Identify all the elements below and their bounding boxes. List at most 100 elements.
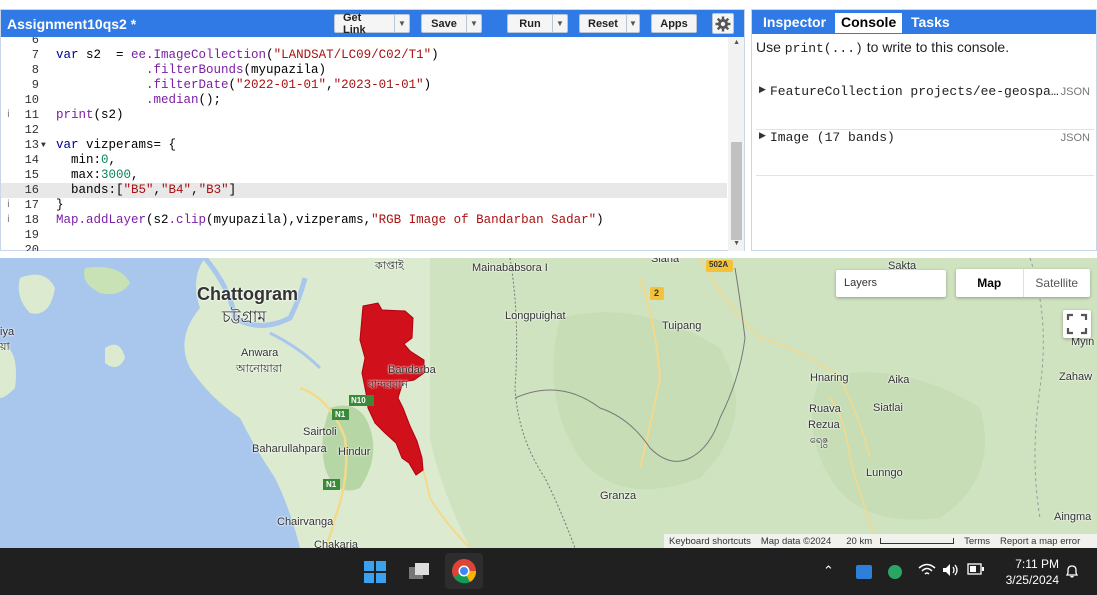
line-number: 16 — [24, 183, 39, 197]
code-line[interactable]: 15 max:3000, — [1, 168, 727, 183]
editor-scrollbar[interactable]: ▲ ▼ — [728, 37, 744, 251]
chevron-down-icon[interactable]: ▼ — [466, 15, 481, 32]
chevron-down-icon[interactable]: ▼ — [552, 15, 567, 32]
scale-label: 20 km — [846, 535, 873, 547]
map-place-label: Tuipang — [662, 320, 702, 332]
map-place-label: 502A — [709, 260, 729, 269]
map-type-satellite-button[interactable]: Satellite — [1024, 269, 1091, 297]
info-marker-icon[interactable]: ⅰ — [7, 198, 10, 213]
volume-icon[interactable] — [942, 563, 960, 580]
chrome-taskbar-button[interactable] — [445, 553, 483, 589]
run-button[interactable]: Run ▼ — [507, 14, 568, 33]
reset-label: Reset — [588, 17, 618, 30]
get-link-label: Get Link — [343, 11, 366, 36]
app-tray-icon[interactable] — [856, 565, 872, 579]
wifi-icon[interactable] — [918, 563, 936, 580]
terms-link[interactable]: Terms — [959, 536, 995, 547]
editor-toolbar: Assignment10qs2 * Get Link ▼ Save ▼ Run … — [1, 10, 744, 37]
chevron-up-icon[interactable]: ⌃ — [823, 563, 834, 579]
console-entry-text[interactable]: FeatureCollection projects/ee-geospa… — [770, 84, 1060, 99]
fold-arrow-icon[interactable]: ▼ — [41, 138, 53, 153]
map-place-label: Chakaria — [314, 539, 359, 548]
task-view-button[interactable] — [403, 556, 435, 588]
map-place-label: Longpuighat — [505, 310, 566, 322]
console-entry[interactable]: ▶ FeatureCollection projects/ee-geospa… … — [756, 84, 1094, 130]
code-line[interactable]: 6 — [1, 37, 727, 48]
code-text: } — [56, 198, 64, 212]
info-marker-icon[interactable]: ⅰ — [7, 213, 10, 228]
gear-icon — [715, 16, 731, 31]
save-button[interactable]: Save ▼ — [421, 14, 482, 33]
line-number: 9 — [31, 78, 39, 92]
bell-glyph — [1065, 565, 1079, 578]
code-line[interactable]: 20 — [1, 243, 727, 251]
scale-text: 20 km — [836, 536, 959, 547]
console-entry[interactable]: ▶ Image (17 bands) JSON — [756, 130, 1094, 176]
map-view[interactable]: Chattogram চট্টগ্রাম কাপ্তাই Mainababsora I… — [0, 258, 1097, 548]
map-place-label: য়া — [0, 341, 10, 353]
tab-inspector[interactable]: Inspector — [757, 13, 832, 33]
fullscreen-button[interactable] — [1063, 310, 1091, 338]
code-line[interactable]: 14 min:0, — [1, 153, 727, 168]
map-place-label: Aingma — [1054, 511, 1092, 523]
map-type-toggle[interactable]: Map Satellite — [956, 269, 1090, 297]
code-line[interactable]: 17 ⅰ} — [1, 198, 727, 213]
settings-gear-button[interactable] — [712, 13, 734, 34]
code-line[interactable]: 9 .filterDate("2022-01-01","2023-01-01") — [1, 78, 727, 93]
code-line[interactable]: 12 — [1, 123, 727, 138]
map-place-label: Granza — [600, 490, 637, 502]
scroll-up-icon[interactable]: ▲ — [733, 39, 740, 46]
notifications-icon[interactable] — [1064, 563, 1080, 582]
tab-tasks[interactable]: Tasks — [905, 13, 956, 33]
map-place-label: চট্টগ্রাম — [222, 309, 267, 326]
clock[interactable]: 7:11 PM 3/25/2024 — [995, 556, 1059, 588]
defender-icon[interactable] — [888, 565, 902, 579]
code-line[interactable]: 8 .filterBounds(myupazila) — [1, 63, 727, 78]
map-place-label: Bandarba — [388, 364, 436, 376]
apps-button[interactable]: Apps — [651, 14, 697, 33]
script-title: Assignment10qs2 * — [7, 15, 137, 32]
line-number: 6 — [31, 37, 39, 47]
tab-console[interactable]: Console — [835, 13, 903, 33]
map-place-label: Hnaring — [810, 372, 849, 384]
scrollbar-thumb[interactable] — [731, 142, 742, 240]
map-type-map-button[interactable]: Map — [956, 269, 1024, 297]
keyboard-shortcuts-link[interactable]: Keyboard shortcuts — [664, 536, 756, 547]
info-marker-icon[interactable]: ⅰ — [7, 108, 10, 123]
code-text: .filterBounds(myupazila) — [146, 63, 327, 77]
code-line[interactable]: 10 .median(); — [1, 93, 727, 108]
map-place-label: Aika — [888, 374, 910, 386]
line-number: 7 — [31, 48, 39, 62]
battery-icon[interactable] — [967, 563, 985, 578]
expand-triangle-icon[interactable]: ▶ — [759, 84, 766, 95]
windows-icon — [364, 561, 386, 583]
json-badge[interactable]: JSON — [1061, 132, 1090, 144]
tab-bar: Inspector Console Tasks — [752, 10, 1096, 34]
map-place-label: iya — [0, 326, 15, 338]
line-number: 13 — [24, 138, 39, 152]
code-line[interactable]: 11 ⅰ print(s2) — [1, 108, 727, 123]
start-button[interactable] — [359, 556, 391, 588]
map-place-label: ရေဇွ — [810, 434, 829, 446]
expand-triangle-icon[interactable]: ▶ — [759, 130, 766, 141]
code-line[interactable]: 16 bands:["B5","B4","B3"] — [1, 183, 727, 198]
map-place-label: কাপ্তাই — [375, 260, 404, 272]
code-line[interactable]: 7 var s2 = ee.ImageCollection("LANDSAT/LC… — [1, 48, 727, 63]
chrome-icon — [452, 559, 477, 584]
chevron-down-icon[interactable]: ▼ — [625, 15, 639, 32]
code-line[interactable]: 18 ⅰ Map.addLayer(s2.clip(myupazila),vizpe… — [1, 213, 727, 228]
reset-button[interactable]: Reset ▼ — [579, 14, 640, 33]
battery-glyph — [967, 563, 984, 575]
json-badge[interactable]: JSON — [1061, 86, 1090, 98]
console-entry-text[interactable]: Image (17 bands) — [770, 130, 1060, 145]
hint-suffix: to write to this console. — [862, 39, 1010, 55]
code-line[interactable]: 19 — [1, 228, 727, 243]
report-map-error-link[interactable]: Report a map error — [995, 536, 1085, 547]
layers-panel[interactable]: Layers — [836, 270, 946, 297]
chevron-down-icon[interactable]: ▼ — [394, 15, 409, 32]
code-line[interactable]: 13 ▼ var vizperams= { — [1, 138, 727, 153]
code-text: var s2 = ee.ImageCollection("LANDSAT/LC0… — [56, 48, 439, 62]
get-link-button[interactable]: Get Link ▼ — [334, 11, 410, 36]
scroll-down-icon[interactable]: ▼ — [733, 240, 740, 247]
code-area[interactable]: 6 7 var s2 = ee.ImageCollection("LANDSAT/L… — [1, 37, 727, 251]
